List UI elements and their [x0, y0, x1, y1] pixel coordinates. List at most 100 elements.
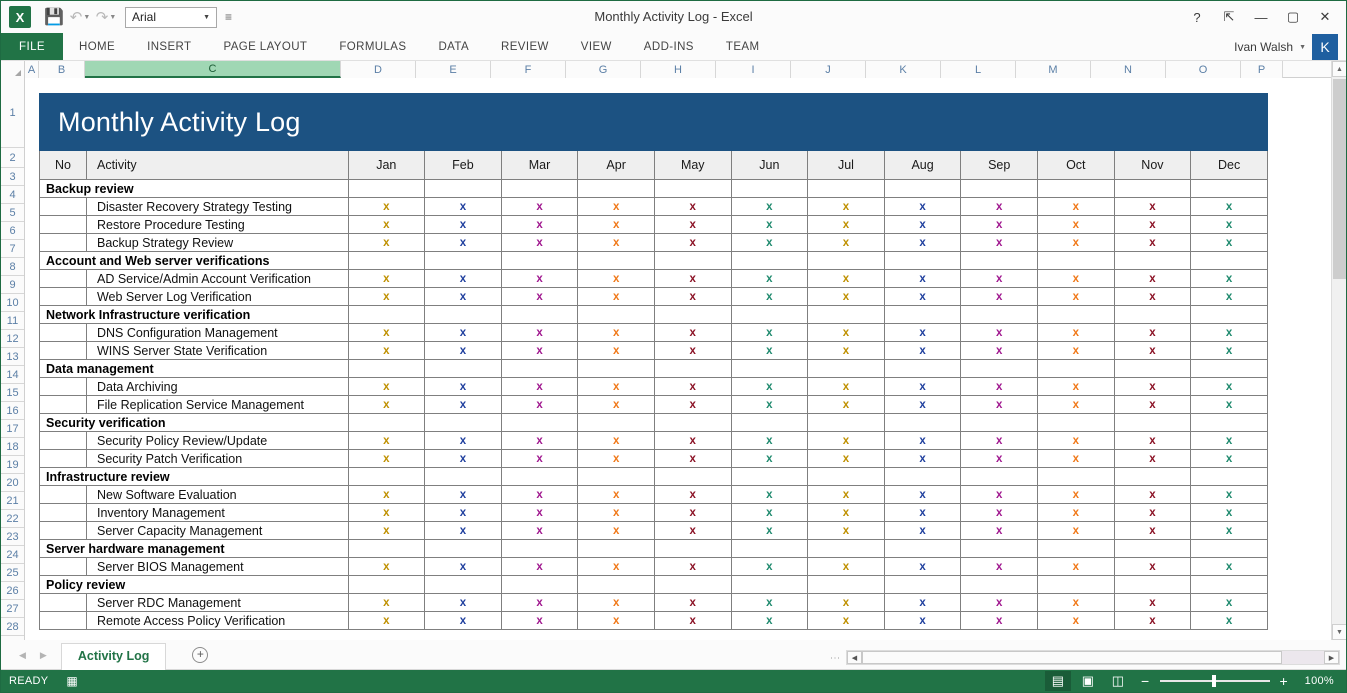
row-header-25[interactable]: 25	[1, 564, 24, 582]
activity-number[interactable]	[40, 504, 87, 522]
column-header-N[interactable]: N	[1091, 61, 1166, 78]
row-header-26[interactable]: 26	[1, 582, 24, 600]
month-cell-aug[interactable]: x	[884, 234, 961, 252]
month-cell-jan[interactable]: x	[348, 594, 425, 612]
section-month-cell[interactable]	[578, 360, 655, 378]
month-cell-nov[interactable]: x	[1114, 594, 1191, 612]
month-cell-aug[interactable]: x	[884, 216, 961, 234]
month-cell-may[interactable]: x	[654, 486, 731, 504]
month-cell-jun[interactable]: x	[731, 378, 808, 396]
month-cell-aug[interactable]: x	[884, 396, 961, 414]
month-cell-mar[interactable]: x	[501, 522, 578, 540]
scroll-left-icon[interactable]: ◀	[847, 651, 862, 664]
column-header-H[interactable]: H	[641, 61, 716, 78]
month-cell-oct[interactable]: x	[1038, 216, 1115, 234]
activity-number[interactable]	[40, 450, 87, 468]
zoom-level-label[interactable]: 100%	[1298, 675, 1340, 687]
month-cell-apr[interactable]: x	[578, 450, 655, 468]
sheet-next-icon[interactable]: ▶	[40, 650, 47, 661]
row-header-15[interactable]: 15	[1, 384, 24, 402]
month-cell-feb[interactable]: x	[425, 612, 502, 630]
month-cell-aug[interactable]: x	[884, 270, 961, 288]
column-header-F[interactable]: F	[491, 61, 566, 78]
month-cell-nov[interactable]: x	[1114, 198, 1191, 216]
month-cell-nov[interactable]: x	[1114, 396, 1191, 414]
row-header-7[interactable]: 7	[1, 240, 24, 258]
activity-number[interactable]	[40, 234, 87, 252]
close-icon[interactable]: ✕	[1310, 5, 1340, 29]
section-month-cell[interactable]	[501, 468, 578, 486]
activity-number[interactable]	[40, 288, 87, 306]
zoom-slider[interactable]	[1160, 680, 1270, 682]
month-cell-jun[interactable]: x	[731, 216, 808, 234]
ribbon-display-options-icon[interactable]: ⇱	[1214, 5, 1244, 29]
month-cell-mar[interactable]: x	[501, 594, 578, 612]
month-cell-aug[interactable]: x	[884, 288, 961, 306]
section-month-cell[interactable]	[731, 540, 808, 558]
month-cell-nov[interactable]: x	[1114, 216, 1191, 234]
section-month-cell[interactable]	[731, 360, 808, 378]
month-cell-aug[interactable]: x	[884, 612, 961, 630]
row-header-14[interactable]: 14	[1, 366, 24, 384]
month-cell-feb[interactable]: x	[425, 324, 502, 342]
split-handle-icon[interactable]: ⋮	[829, 653, 840, 663]
column-header-E[interactable]: E	[416, 61, 491, 78]
column-header-P[interactable]: P	[1241, 61, 1283, 78]
row-header-24[interactable]: 24	[1, 546, 24, 564]
section-month-cell[interactable]	[1191, 360, 1268, 378]
section-month-cell[interactable]	[884, 306, 961, 324]
month-cell-aug[interactable]: x	[884, 378, 961, 396]
horizontal-scrollbar[interactable]: ◀ ▶	[846, 650, 1340, 665]
month-cell-jun[interactable]: x	[731, 486, 808, 504]
month-cell-mar[interactable]: x	[501, 198, 578, 216]
vertical-scrollbar[interactable]: ▲ ▼	[1331, 61, 1346, 640]
month-cell-nov[interactable]: x	[1114, 234, 1191, 252]
month-cell-jul[interactable]: x	[808, 198, 885, 216]
month-cell-apr[interactable]: x	[578, 594, 655, 612]
month-cell-dec[interactable]: x	[1191, 504, 1268, 522]
section-month-cell[interactable]	[1191, 414, 1268, 432]
row-header-4[interactable]: 4	[1, 186, 24, 204]
scroll-up-icon[interactable]: ▲	[1332, 61, 1347, 77]
month-cell-jul[interactable]: x	[808, 342, 885, 360]
row-header-3[interactable]: 3	[1, 168, 24, 186]
activity-name[interactable]: Web Server Log Verification	[86, 288, 348, 306]
row-header-17[interactable]: 17	[1, 420, 24, 438]
month-cell-may[interactable]: x	[654, 216, 731, 234]
page-break-icon[interactable]: ◫	[1105, 671, 1131, 691]
month-cell-jan[interactable]: x	[348, 216, 425, 234]
tab-team[interactable]: TEAM	[710, 33, 776, 60]
month-cell-jul[interactable]: x	[808, 432, 885, 450]
section-month-cell[interactable]	[961, 540, 1038, 558]
section-month-cell[interactable]	[1038, 306, 1115, 324]
section-month-cell[interactable]	[578, 252, 655, 270]
section-month-cell[interactable]	[884, 468, 961, 486]
column-header-I[interactable]: I	[716, 61, 791, 78]
month-cell-sep[interactable]: x	[961, 504, 1038, 522]
month-cell-may[interactable]: x	[654, 558, 731, 576]
month-cell-dec[interactable]: x	[1191, 486, 1268, 504]
month-cell-may[interactable]: x	[654, 450, 731, 468]
month-cell-oct[interactable]: x	[1038, 396, 1115, 414]
month-cell-sep[interactable]: x	[961, 594, 1038, 612]
activity-number[interactable]	[40, 594, 87, 612]
month-cell-jan[interactable]: x	[348, 234, 425, 252]
month-cell-aug[interactable]: x	[884, 594, 961, 612]
section-month-cell[interactable]	[348, 468, 425, 486]
month-cell-jun[interactable]: x	[731, 324, 808, 342]
activity-name[interactable]: Backup Strategy Review	[86, 234, 348, 252]
normal-view-icon[interactable]: ▤	[1045, 671, 1071, 691]
month-cell-may[interactable]: x	[654, 522, 731, 540]
section-month-cell[interactable]	[425, 252, 502, 270]
month-cell-aug[interactable]: x	[884, 522, 961, 540]
tab-home[interactable]: HOME	[63, 33, 131, 60]
month-cell-oct[interactable]: x	[1038, 432, 1115, 450]
section-month-cell[interactable]	[654, 180, 731, 198]
section-month-cell[interactable]	[808, 540, 885, 558]
month-cell-may[interactable]: x	[654, 378, 731, 396]
month-cell-jun[interactable]: x	[731, 432, 808, 450]
section-month-cell[interactable]	[425, 180, 502, 198]
section-month-cell[interactable]	[654, 306, 731, 324]
month-cell-apr[interactable]: x	[578, 378, 655, 396]
month-cell-sep[interactable]: x	[961, 270, 1038, 288]
